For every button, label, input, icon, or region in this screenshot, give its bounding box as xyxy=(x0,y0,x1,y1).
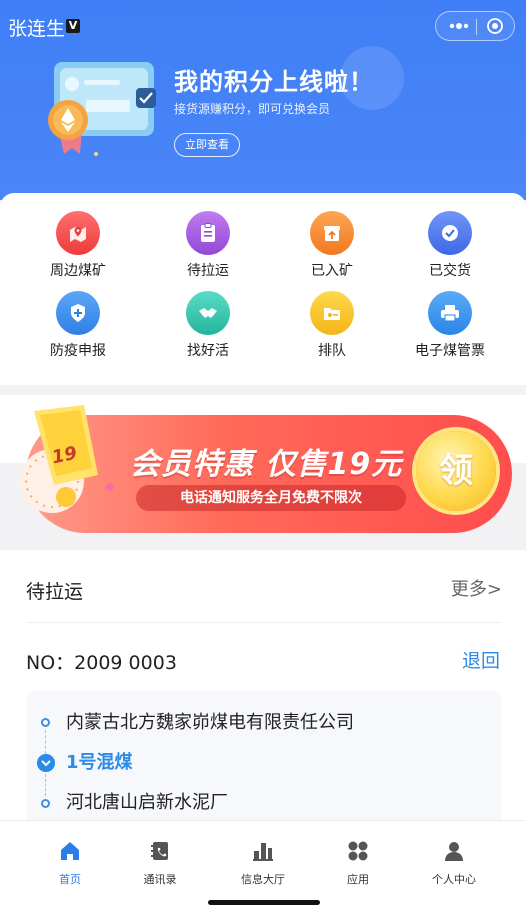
tab-label: 应用 xyxy=(347,873,369,886)
tab-label: 通讯录 xyxy=(143,873,177,886)
grid-item-delivered[interactable]: 已交货 xyxy=(400,211,500,281)
route-line xyxy=(45,730,46,754)
more-link[interactable]: 更多> xyxy=(451,575,502,601)
grid-label: 已交货 xyxy=(429,263,471,279)
grid-item-find-jobs[interactable]: 找好活 xyxy=(158,291,258,361)
home-indicator xyxy=(208,900,320,905)
banner-subtitle: 接货源赚积分，即可兑换会员 xyxy=(174,102,331,116)
route-card[interactable]: 内蒙古北方魏家峁煤电有限责任公司 1号混煤 河北唐山启新水泥厂 xyxy=(26,690,502,830)
grid-label: 电子煤管票 xyxy=(415,343,485,359)
folder-queue-icon xyxy=(310,291,354,335)
origin-dot-icon xyxy=(41,718,50,727)
more-dots-icon[interactable] xyxy=(444,17,474,35)
home-icon xyxy=(61,842,79,860)
close-target-icon[interactable] xyxy=(484,17,506,35)
capsule-divider xyxy=(476,19,477,35)
grid-item-queue[interactable]: 排队 xyxy=(282,291,382,361)
feature-grid: 周边煤矿 待拉运 已入矿 已交货 防疫申报 找好活 排队 电子煤管票 xyxy=(0,193,526,385)
return-button[interactable]: 退回 xyxy=(462,646,500,673)
tab-label: 个人中心 xyxy=(432,873,476,886)
grid-label: 已入矿 xyxy=(311,263,353,279)
destination-place: 河北唐山启新水泥厂 xyxy=(66,792,228,813)
cargo-name: 1号混煤 xyxy=(66,752,133,773)
grid-label: 周边煤矿 xyxy=(50,263,106,279)
membership-promo-banner[interactable]: 19 会员特惠 仅售19元 电话通知服务全月免费不限次 领 xyxy=(20,405,512,533)
section-divider xyxy=(26,622,502,623)
claim-coin-button[interactable]: 领 xyxy=(416,431,496,511)
tab-info-hall[interactable]: 信息大厅 xyxy=(223,835,303,891)
tab-label: 首页 xyxy=(59,873,81,886)
user-icon xyxy=(445,842,463,861)
tab-apps[interactable]: 应用 xyxy=(318,835,398,891)
box-arrow-up-icon xyxy=(310,211,354,255)
grid-item-entered-mine[interactable]: 已入矿 xyxy=(282,211,382,281)
promo-section: 19 会员特惠 仅售19元 电话通知服务全月免费不限次 领 xyxy=(0,395,526,550)
header-banner: 张连生 V 我的积分上线啦！ 接货源赚积分，即可兑换会员 立即查看 xyxy=(0,0,526,200)
grid-item-nearby-mines[interactable]: 周边煤矿 xyxy=(28,211,128,281)
promo-subtitle-strip: 电话通知服务全月免费不限次 xyxy=(136,485,406,511)
tab-contacts[interactable]: 通讯录 xyxy=(120,835,200,891)
pending-haul-section: 待拉运 更多> NO：2009 0003 退回 内蒙古北方魏家峁煤电有限责任公司… xyxy=(0,550,526,830)
handshake-icon xyxy=(186,291,230,335)
grid-item-coal-ticket[interactable]: 电子煤管票 xyxy=(400,291,500,361)
tab-profile[interactable]: 个人中心 xyxy=(414,835,494,891)
tab-home[interactable]: 首页 xyxy=(30,835,110,891)
grid-label: 待拉运 xyxy=(187,263,229,279)
grid-label: 找好活 xyxy=(187,343,229,359)
bar-chart-icon xyxy=(253,843,273,861)
clipboard-icon xyxy=(186,211,230,255)
order-number: NO：2009 0003 xyxy=(26,652,177,674)
view-now-button[interactable]: 立即查看 xyxy=(174,133,240,157)
shield-plus-icon xyxy=(56,291,100,335)
chevron-down-icon xyxy=(37,754,55,772)
printer-icon xyxy=(428,291,472,335)
tab-label: 信息大厅 xyxy=(241,873,285,886)
promo-subtitle: 电话通知服务全月免费不限次 xyxy=(180,490,362,506)
section-title: 待拉运 xyxy=(26,581,84,603)
contacts-icon xyxy=(151,842,168,860)
origin-place: 内蒙古北方魏家峁煤电有限责任公司 xyxy=(66,712,354,733)
grid-label: 防疫申报 xyxy=(50,343,106,359)
route-line xyxy=(45,774,46,796)
promo-title: 会员特惠 仅售19元 xyxy=(130,447,403,482)
claim-label: 领 xyxy=(439,451,473,491)
grid-item-pending-haul[interactable]: 待拉运 xyxy=(158,211,258,281)
banner-title: 我的积分上线啦！ xyxy=(174,68,374,96)
check-circle-icon xyxy=(428,211,472,255)
points-card-illustration xyxy=(48,62,156,156)
verified-badge: V xyxy=(66,19,80,33)
destination-dot-icon xyxy=(41,799,50,808)
grid-item-epidemic-report[interactable]: 防疫申报 xyxy=(28,291,128,361)
user-name: 张连生 xyxy=(8,18,66,40)
map-pin-icon xyxy=(56,211,100,255)
apps-icon xyxy=(348,841,368,861)
grid-label: 排队 xyxy=(318,343,346,359)
mini-program-capsule xyxy=(435,11,515,41)
